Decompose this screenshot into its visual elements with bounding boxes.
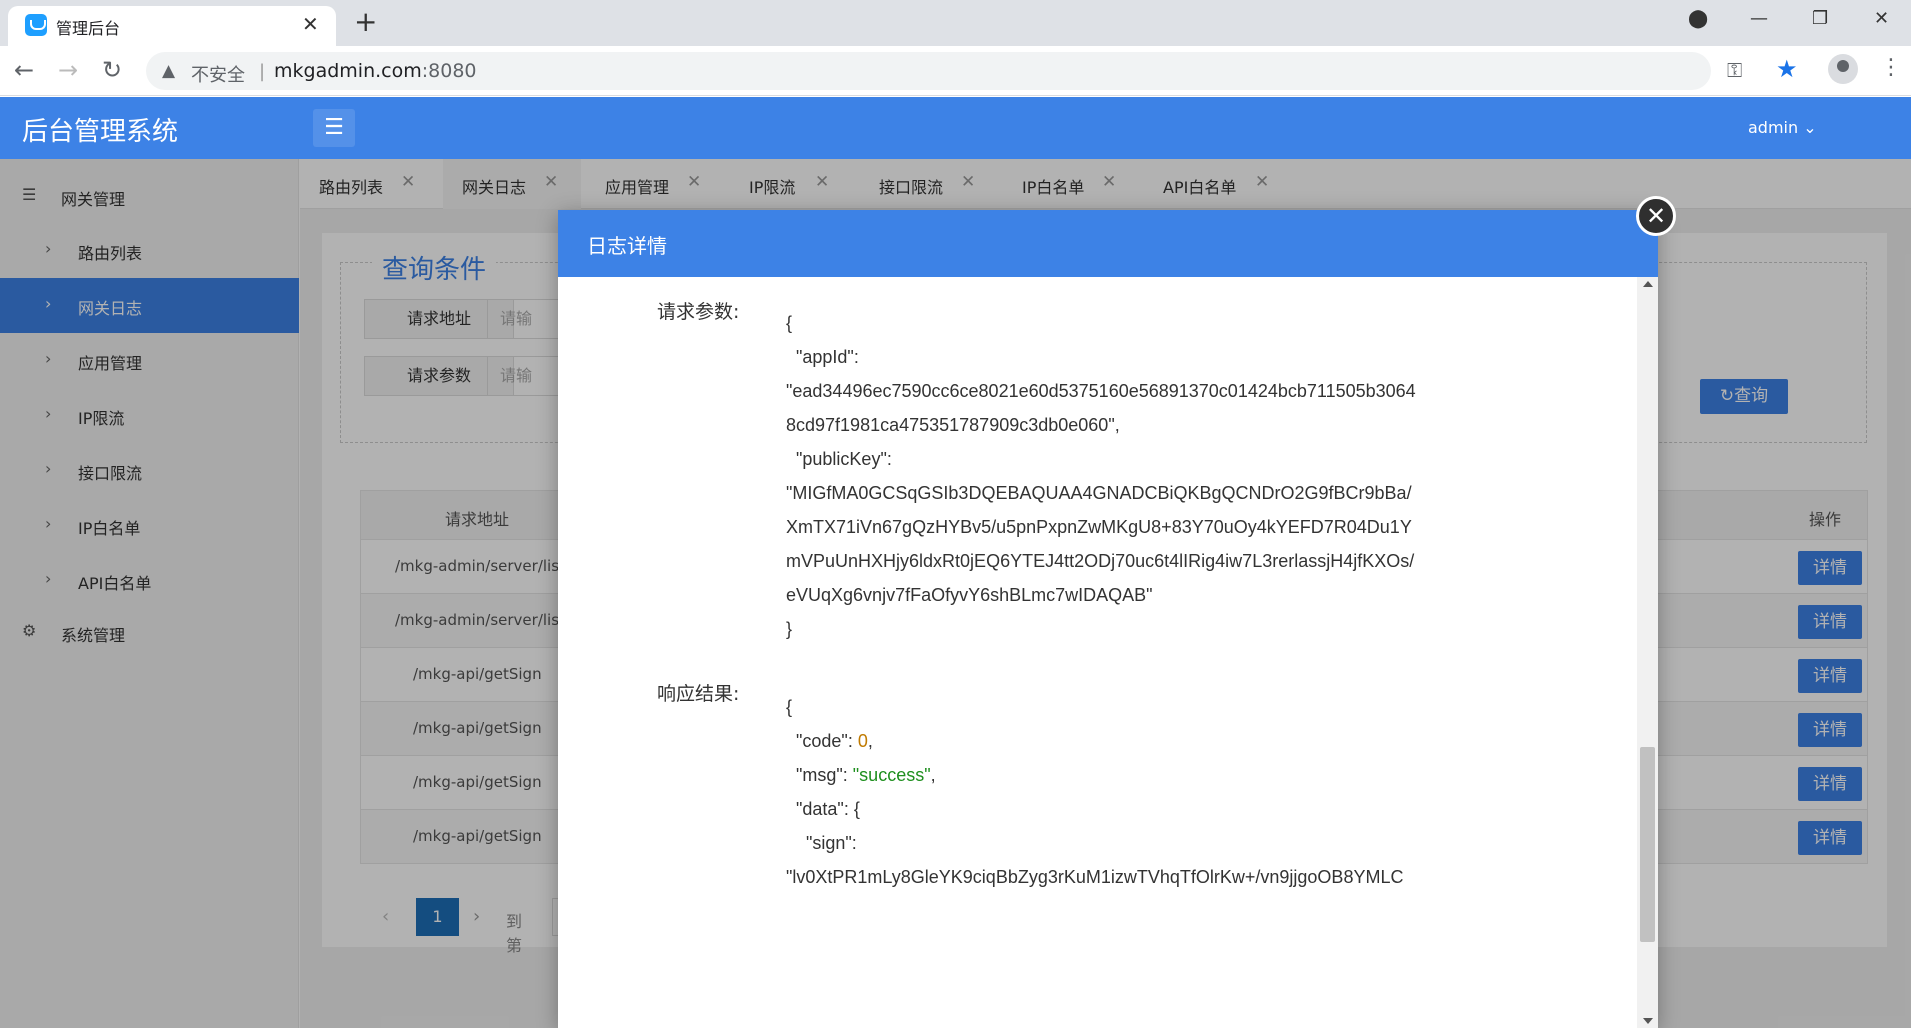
request-params-label: 请求参数: bbox=[657, 301, 740, 323]
browser-menu-icon[interactable]: ⋮ bbox=[1880, 55, 1902, 80]
app-header: 后台管理系统 ☰ admin ⌄ bbox=[0, 97, 1911, 159]
insecure-label: 不安全 bbox=[191, 65, 245, 86]
reload-icon[interactable]: ↻ bbox=[102, 56, 122, 84]
request-line: "publicKey": bbox=[786, 449, 892, 469]
response-line: "sign": bbox=[786, 833, 857, 853]
code-value: 0 bbox=[857, 731, 868, 751]
profile-dropdown-icon[interactable]: ⬤ bbox=[1688, 8, 1708, 29]
scroll-thumb[interactable] bbox=[1640, 747, 1655, 942]
request-line: "MIGfMA0GCSqGSIb3DQEBAQUAA4GNADCBiQKBgQC… bbox=[786, 483, 1412, 503]
new-tab-icon[interactable]: + bbox=[354, 6, 377, 38]
log-detail-modal: 日志详情 请求参数: { "appId": "ead34496ec7590cc6… bbox=[558, 210, 1658, 1028]
menu-toggle-icon[interactable]: ☰ bbox=[313, 109, 355, 147]
url-text[interactable]: mkgadmin.com:8080 bbox=[274, 60, 477, 82]
code-key: "code": bbox=[786, 731, 858, 751]
browser-tab[interactable]: 管理后台 ✕ bbox=[8, 6, 336, 46]
bookmark-star-icon[interactable]: ★ bbox=[1776, 55, 1798, 83]
forward-icon[interactable]: → bbox=[58, 56, 78, 84]
response-line: "code": 0, bbox=[786, 731, 873, 752]
app-title: 后台管理系统 bbox=[22, 117, 179, 147]
modal-header: 日志详情 bbox=[558, 210, 1658, 277]
back-icon[interactable]: ← bbox=[14, 56, 34, 84]
close-tab-icon[interactable]: ✕ bbox=[302, 12, 319, 36]
close-window-icon[interactable]: ✕ bbox=[1874, 8, 1889, 29]
chevron-down-icon: ⌄ bbox=[1803, 118, 1817, 137]
request-line: "appId": bbox=[786, 347, 859, 367]
user-name: admin bbox=[1748, 118, 1799, 137]
modal-title: 日志详情 bbox=[587, 234, 667, 258]
msg-value: "success" bbox=[852, 765, 931, 785]
response-line: "lv0XtPR1mLy8GleYK9ciqBbZyg3rKuM1izwTVhq… bbox=[786, 867, 1404, 887]
response-line: { bbox=[786, 697, 793, 717]
url-host: mkgadmin.com bbox=[274, 60, 422, 82]
request-line: mVPuUnHXHjy6ldxRt0jEQ6YTEJ4tt2ODj70uc6t4… bbox=[786, 551, 1415, 571]
msg-key: "msg": bbox=[786, 765, 853, 785]
app-favicon-icon bbox=[25, 14, 47, 36]
browser-tab-title: 管理后台 bbox=[56, 19, 121, 38]
url-port: :8080 bbox=[421, 60, 477, 82]
request-line: } bbox=[786, 619, 793, 639]
response-line: "msg": "success", bbox=[786, 765, 936, 786]
modal-close-icon[interactable]: ✕ bbox=[1636, 196, 1676, 236]
response-result-label: 响应结果: bbox=[657, 683, 740, 705]
request-line: eVUqXg6vnjv7fFaOfyvY6shBLmc7wIDAQAB" bbox=[786, 585, 1153, 605]
request-line: XmTX71iVn67gQzHYBv5/u5pnPxpnZwMKgU8+83Y7… bbox=[786, 517, 1412, 537]
request-line: 8cd97f1981ca475351787909c3db0e060", bbox=[786, 415, 1120, 435]
user-menu[interactable]: admin ⌄ bbox=[1748, 118, 1817, 137]
restore-icon[interactable]: ❐ bbox=[1812, 8, 1828, 29]
request-line: { bbox=[786, 313, 793, 333]
url-separator: | bbox=[259, 61, 266, 82]
modal-body: 请求参数: { "appId": "ead34496ec7590cc6ce802… bbox=[558, 277, 1637, 1028]
address-bar[interactable]: ▲ 不安全 | mkgadmin.com:8080 ⚿ bbox=[146, 52, 1742, 90]
profile-avatar-icon[interactable] bbox=[1828, 54, 1858, 84]
minimize-icon[interactable]: — bbox=[1750, 8, 1768, 29]
scroll-down-icon[interactable] bbox=[1643, 1018, 1653, 1024]
response-line: "data": { bbox=[786, 799, 860, 819]
modal-scrollbar[interactable] bbox=[1637, 277, 1658, 1028]
scroll-up-icon[interactable] bbox=[1643, 281, 1653, 287]
key-icon[interactable]: ⚿ bbox=[1727, 58, 1742, 82]
warning-icon: ▲ bbox=[162, 61, 176, 81]
msg-comma: , bbox=[930, 765, 936, 785]
browser-toolbar: ← → ↻ ▲ 不安全 | mkgadmin.com:8080 ⚿ bbox=[0, 46, 1911, 96]
code-comma: , bbox=[867, 731, 873, 751]
request-line: "ead34496ec7590cc6ce8021e60d5375160e5689… bbox=[786, 381, 1416, 401]
browser-tabstrip: 管理后台 ✕ + ⬤ — ❐ ✕ bbox=[0, 0, 1911, 46]
